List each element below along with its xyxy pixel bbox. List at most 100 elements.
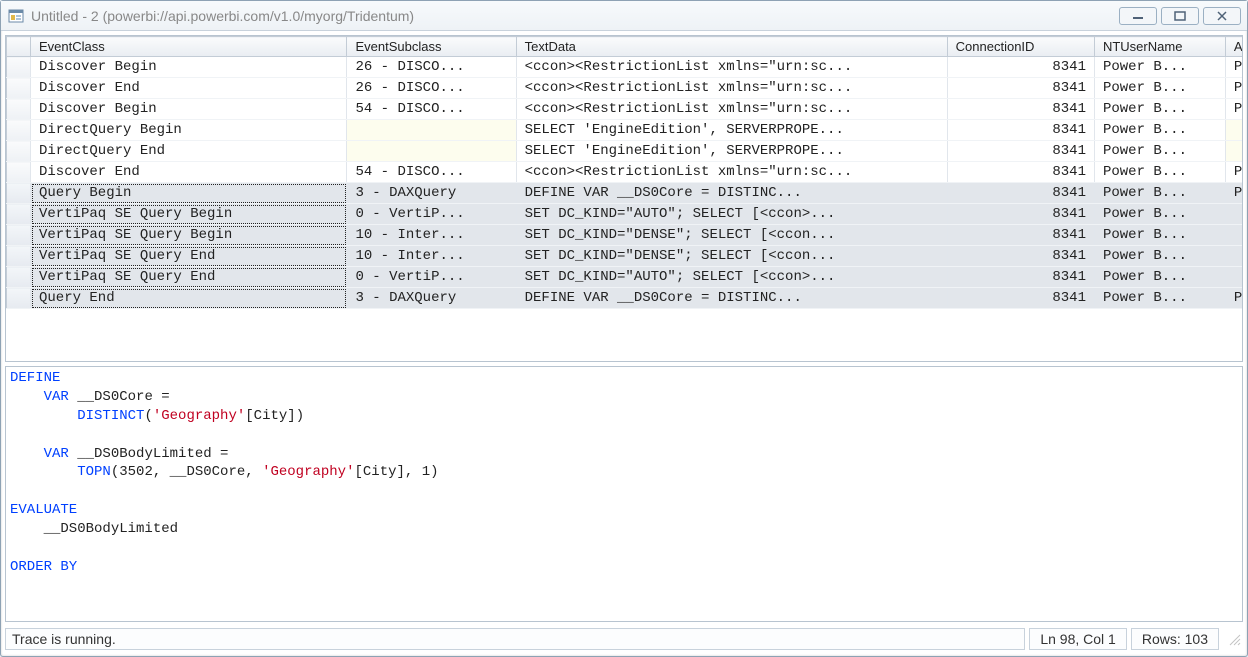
cell-eventsubclass[interactable]: 3 - DAXQuery bbox=[347, 183, 516, 204]
cell-connectionid[interactable]: 8341 bbox=[947, 78, 1094, 99]
table-row[interactable]: Query End3 - DAXQueryDEFINE VAR __DS0Cor… bbox=[7, 288, 1243, 309]
event-grid[interactable]: EventClass EventSubclass TextData Connec… bbox=[6, 36, 1242, 309]
cell-connectionid[interactable]: 8341 bbox=[947, 204, 1094, 225]
cell-textdata[interactable]: SELECT 'EngineEdition', SERVERPROPE... bbox=[516, 120, 947, 141]
cell-textdata[interactable]: DEFINE VAR __DS0Core = DISTINC... bbox=[516, 183, 947, 204]
cell-ntusername[interactable]: Power B... bbox=[1094, 141, 1225, 162]
cell-eventsubclass[interactable]: 26 - DISCO... bbox=[347, 78, 516, 99]
row-selector[interactable] bbox=[7, 99, 31, 120]
cell-eventclass[interactable]: VertiPaq SE Query End bbox=[31, 246, 347, 267]
cell-connectionid[interactable]: 8341 bbox=[947, 183, 1094, 204]
cell-connectionid[interactable]: 8341 bbox=[947, 267, 1094, 288]
grid-header-rownum[interactable] bbox=[7, 37, 31, 57]
cell-ntusername[interactable]: Power B... bbox=[1094, 288, 1225, 309]
cell-application[interactable] bbox=[1225, 141, 1242, 162]
cell-eventclass[interactable]: VertiPaq SE Query Begin bbox=[31, 204, 347, 225]
cell-eventsubclass[interactable]: 54 - DISCO... bbox=[347, 162, 516, 183]
grid-header-ntusername[interactable]: NTUserName bbox=[1094, 37, 1225, 57]
row-selector[interactable] bbox=[7, 120, 31, 141]
row-selector[interactable] bbox=[7, 162, 31, 183]
cell-application[interactable] bbox=[1225, 120, 1242, 141]
cell-connectionid[interactable]: 8341 bbox=[947, 120, 1094, 141]
cell-connectionid[interactable]: 8341 bbox=[947, 99, 1094, 120]
query-editor[interactable]: DEFINE VAR __DS0Core = DISTINCT('Geograp… bbox=[5, 366, 1243, 622]
cell-application[interactable] bbox=[1225, 204, 1242, 225]
table-row[interactable]: Discover End26 - DISCO...<ccon><Restrict… bbox=[7, 78, 1243, 99]
cell-ntusername[interactable]: Power B... bbox=[1094, 78, 1225, 99]
cell-application[interactable]: PowerBI bbox=[1225, 78, 1242, 99]
grid-header-eventclass[interactable]: EventClass bbox=[31, 37, 347, 57]
cell-textdata[interactable]: <ccon><RestrictionList xmlns="urn:sc... bbox=[516, 162, 947, 183]
cell-connectionid[interactable]: 8341 bbox=[947, 162, 1094, 183]
grid-header-application[interactable]: Application bbox=[1225, 37, 1242, 57]
cell-eventclass[interactable]: Query End bbox=[31, 288, 347, 309]
cell-application[interactable]: PowerBI bbox=[1225, 183, 1242, 204]
cell-application[interactable]: PowerBI bbox=[1225, 162, 1242, 183]
cell-eventsubclass[interactable]: 26 - DISCO... bbox=[347, 57, 516, 78]
cell-eventsubclass[interactable]: 0 - VertiP... bbox=[347, 267, 516, 288]
row-selector[interactable] bbox=[7, 246, 31, 267]
cell-textdata[interactable]: <ccon><RestrictionList xmlns="urn:sc... bbox=[516, 78, 947, 99]
cell-ntusername[interactable]: Power B... bbox=[1094, 162, 1225, 183]
table-row[interactable]: VertiPaq SE Query End0 - VertiP...SET DC… bbox=[7, 267, 1243, 288]
cell-textdata[interactable]: SET DC_KIND="DENSE"; SELECT [<ccon... bbox=[516, 246, 947, 267]
cell-ntusername[interactable]: Power B... bbox=[1094, 204, 1225, 225]
cell-eventclass[interactable]: DirectQuery End bbox=[31, 141, 347, 162]
cell-application[interactable] bbox=[1225, 246, 1242, 267]
cell-connectionid[interactable]: 8341 bbox=[947, 246, 1094, 267]
row-selector[interactable] bbox=[7, 78, 31, 99]
row-selector[interactable] bbox=[7, 141, 31, 162]
table-row[interactable]: Discover Begin26 - DISCO...<ccon><Restri… bbox=[7, 57, 1243, 78]
cell-connectionid[interactable]: 8341 bbox=[947, 141, 1094, 162]
cell-connectionid[interactable]: 8341 bbox=[947, 225, 1094, 246]
cell-eventsubclass[interactable]: 10 - Inter... bbox=[347, 225, 516, 246]
cell-eventclass[interactable]: Discover Begin bbox=[31, 57, 347, 78]
grid-header-connectionid[interactable]: ConnectionID bbox=[947, 37, 1094, 57]
table-row[interactable]: DirectQuery End SELECT 'EngineEdition', … bbox=[7, 141, 1243, 162]
cell-eventsubclass[interactable]: 10 - Inter... bbox=[347, 246, 516, 267]
row-selector[interactable] bbox=[7, 57, 31, 78]
cell-ntusername[interactable]: Power B... bbox=[1094, 246, 1225, 267]
cell-ntusername[interactable]: Power B... bbox=[1094, 57, 1225, 78]
cell-eventclass[interactable]: Discover End bbox=[31, 162, 347, 183]
cell-eventsubclass[interactable]: 3 - DAXQuery bbox=[347, 288, 516, 309]
grid-header-textdata[interactable]: TextData bbox=[516, 37, 947, 57]
cell-eventsubclass[interactable] bbox=[347, 120, 516, 141]
cell-application[interactable]: PowerBI bbox=[1225, 57, 1242, 78]
cell-application[interactable] bbox=[1225, 267, 1242, 288]
table-row[interactable]: Query Begin3 - DAXQueryDEFINE VAR __DS0C… bbox=[7, 183, 1243, 204]
row-selector[interactable] bbox=[7, 204, 31, 225]
cell-connectionid[interactable]: 8341 bbox=[947, 57, 1094, 78]
row-selector[interactable] bbox=[7, 267, 31, 288]
table-row[interactable]: DirectQuery Begin SELECT 'EngineEdition'… bbox=[7, 120, 1243, 141]
cell-eventsubclass[interactable] bbox=[347, 141, 516, 162]
cell-textdata[interactable]: <ccon><RestrictionList xmlns="urn:sc... bbox=[516, 57, 947, 78]
cell-textdata[interactable]: SELECT 'EngineEdition', SERVERPROPE... bbox=[516, 141, 947, 162]
minimize-button[interactable] bbox=[1119, 7, 1157, 25]
cell-textdata[interactable]: SET DC_KIND="DENSE"; SELECT [<ccon... bbox=[516, 225, 947, 246]
cell-textdata[interactable]: SET DC_KIND="AUTO"; SELECT [<ccon>... bbox=[516, 267, 947, 288]
event-grid-scroll[interactable]: EventClass EventSubclass TextData Connec… bbox=[6, 36, 1242, 361]
cell-ntusername[interactable]: Power B... bbox=[1094, 99, 1225, 120]
cell-textdata[interactable]: SET DC_KIND="AUTO"; SELECT [<ccon>... bbox=[516, 204, 947, 225]
table-row[interactable]: VertiPaq SE Query End10 - Inter...SET DC… bbox=[7, 246, 1243, 267]
resize-grip-icon[interactable] bbox=[1223, 630, 1243, 648]
cell-application[interactable] bbox=[1225, 225, 1242, 246]
cell-application[interactable]: PowerBI bbox=[1225, 99, 1242, 120]
row-selector[interactable] bbox=[7, 183, 31, 204]
cell-eventclass[interactable]: Discover Begin bbox=[31, 99, 347, 120]
cell-eventclass[interactable]: Discover End bbox=[31, 78, 347, 99]
maximize-button[interactable] bbox=[1161, 7, 1199, 25]
grid-header-eventsubclass[interactable]: EventSubclass bbox=[347, 37, 516, 57]
cell-eventclass[interactable]: VertiPaq SE Query Begin bbox=[31, 225, 347, 246]
cell-connectionid[interactable]: 8341 bbox=[947, 288, 1094, 309]
close-button[interactable] bbox=[1203, 7, 1241, 25]
cell-eventclass[interactable]: DirectQuery Begin bbox=[31, 120, 347, 141]
cell-textdata[interactable]: DEFINE VAR __DS0Core = DISTINC... bbox=[516, 288, 947, 309]
cell-ntusername[interactable]: Power B... bbox=[1094, 183, 1225, 204]
cell-ntusername[interactable]: Power B... bbox=[1094, 225, 1225, 246]
cell-textdata[interactable]: <ccon><RestrictionList xmlns="urn:sc... bbox=[516, 99, 947, 120]
cell-ntusername[interactable]: Power B... bbox=[1094, 120, 1225, 141]
cell-eventclass[interactable]: Query Begin bbox=[31, 183, 347, 204]
cell-ntusername[interactable]: Power B... bbox=[1094, 267, 1225, 288]
